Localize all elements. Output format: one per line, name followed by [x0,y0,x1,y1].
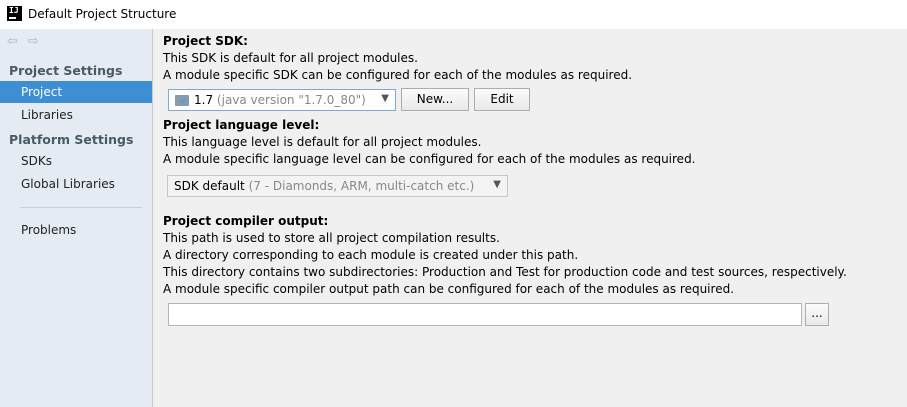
sdk-version-detail: (java version "1.7.0_80") [216,93,366,107]
main-panel: Project SDK: This SDK is default for all… [154,29,907,407]
browse-button[interactable]: ... [805,303,829,326]
sidebar-item-global-libraries[interactable]: Global Libraries [0,173,152,195]
sdk-heading: Project SDK: [163,34,248,48]
language-description-1: This language level is default for all p… [163,135,482,149]
title-bar: IJ Default Project Structure [0,0,907,29]
language-level-select[interactable]: SDK default (7 - Diamonds, ARM, multi-ca… [167,175,508,197]
compiler-description-4: A module specific compiler output path c… [163,282,735,296]
platform-settings-heading: Platform Settings [9,132,134,147]
sdk-version: 1.7 [194,93,214,107]
sidebar-divider [20,207,142,208]
sidebar-item-sdks[interactable]: SDKs [0,150,152,172]
compiler-description-2: A directory corresponding to each module… [163,248,579,262]
back-arrow-icon[interactable]: ⇦ [7,34,18,49]
sidebar-item-libraries[interactable]: Libraries [0,104,152,126]
sdk-description-1: This SDK is default for all project modu… [163,51,418,65]
compiler-heading: Project compiler output: [163,214,329,228]
language-heading: Project language level: [163,118,320,132]
language-level-value: SDK default [174,179,245,193]
nav-arrows: ⇦ ⇨ [7,34,39,49]
language-level-detail: (7 - Diamonds, ARM, multi-catch etc.) [248,179,475,193]
compiler-output-path-input[interactable] [168,303,802,326]
sidebar-item-problems[interactable]: Problems [0,219,152,241]
sidebar-item-project[interactable]: Project [0,81,152,103]
new-sdk-button[interactable]: New... [401,88,469,111]
compiler-description-1: This path is used to store all project c… [163,231,500,245]
chevron-down-icon: ▼ [493,179,501,190]
edit-sdk-button[interactable]: Edit [474,88,530,111]
sdk-folder-icon [175,94,189,106]
intellij-icon: IJ [7,6,22,21]
window-title: Default Project Structure [28,7,177,21]
language-description-2: A module specific language level can be … [163,152,696,166]
sdk-description-2: A module specific SDK can be configured … [163,68,633,82]
forward-arrow-icon[interactable]: ⇨ [28,34,39,49]
chevron-down-icon: ▼ [381,93,389,104]
sidebar: ⇦ ⇨ Project Settings Project Libraries P… [0,29,153,407]
sdk-select[interactable]: 1.7 (java version "1.7.0_80") ▼ [168,89,396,111]
project-settings-heading: Project Settings [9,63,123,78]
compiler-description-3: This directory contains two subdirectori… [163,265,847,279]
